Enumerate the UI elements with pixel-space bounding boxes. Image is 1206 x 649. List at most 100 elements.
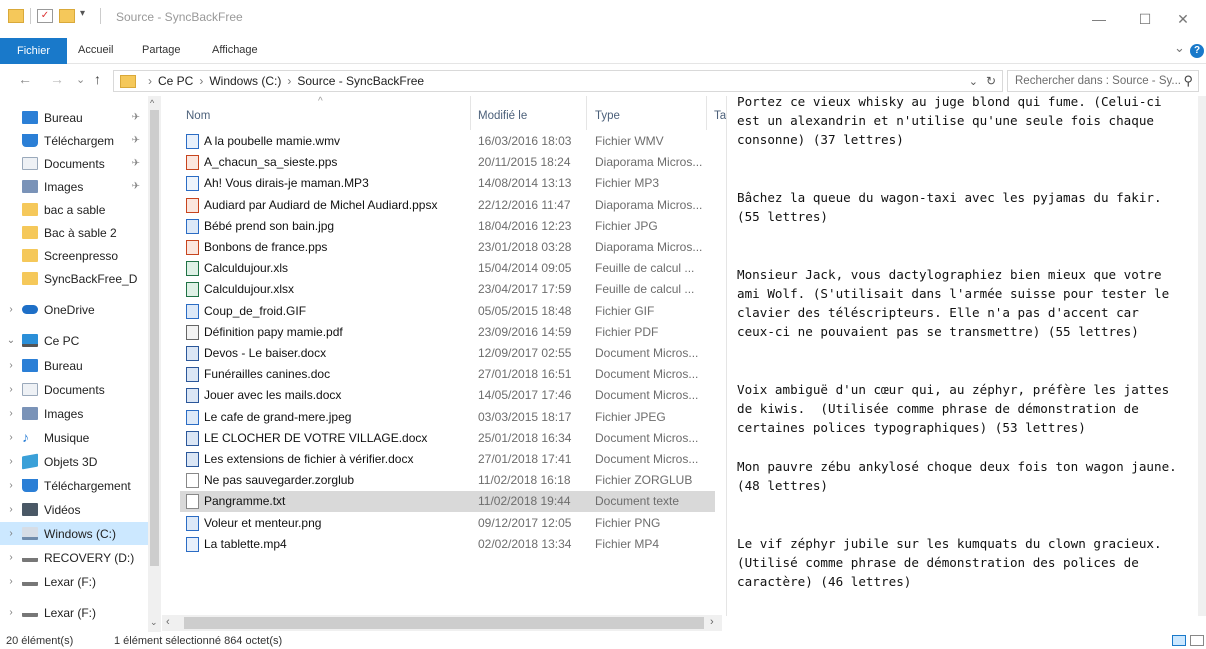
nav-item-syncbackfree[interactable]: SyncBackFree_D [0, 267, 148, 290]
tab-partage[interactable]: Partage [142, 44, 181, 56]
scroll-down-icon[interactable]: ⌄ [150, 617, 158, 628]
customize-quick-access-icon[interactable]: ▾ [80, 8, 85, 19]
chevron-right-icon[interactable]: › [0, 480, 22, 491]
nav-item-ce-pc[interactable]: ⌄ Ce PC [0, 329, 148, 352]
file-row[interactable]: Ah! Vous dirais-je maman.MP3 14/08/2014 1… [180, 173, 715, 194]
nav-item-images-pc[interactable]: › Images [0, 402, 148, 425]
chevron-right-icon[interactable]: › [0, 432, 22, 443]
file-row[interactable]: Audiard par Audiard de Michel Audiard.pp… [180, 195, 715, 216]
column-divider[interactable] [706, 96, 707, 130]
search-icon[interactable]: ⚲ [1183, 73, 1193, 89]
file-row[interactable]: Voleur et menteur.png 09/12/2017 12:05 Fic… [180, 513, 715, 534]
column-divider[interactable] [586, 96, 587, 130]
column-header-size[interactable]: Ta [714, 110, 726, 122]
nav-item-screenpresso[interactable]: Screenpresso [0, 244, 148, 267]
chevron-right-icon[interactable]: › [0, 408, 22, 419]
nav-item-videos[interactable]: › Vidéos [0, 498, 148, 521]
file-row[interactable]: Coup_de_froid.GIF 05/05/2015 18:48 Fichier… [180, 301, 715, 322]
minimize-button[interactable]: — [1076, 8, 1122, 30]
horizontal-scrollbar-thumb[interactable] [184, 617, 704, 629]
file-row[interactable]: Pangramme.txt 11/02/2018 19:44 Document te… [180, 491, 715, 513]
nav-item-windows-c[interactable]: › Windows (C:) [0, 522, 148, 545]
properties-icon[interactable]: ✓ [37, 9, 53, 23]
nav-item-bac-a-sable-2[interactable]: Bac à sable 2 [0, 221, 148, 244]
file-row[interactable]: A la poubelle mamie.wmv 16/03/2016 18:03 F… [180, 131, 715, 152]
chevron-right-icon[interactable]: › [0, 552, 22, 563]
chevron-right-icon[interactable]: › [0, 576, 22, 587]
nav-scrollbar-thumb[interactable] [150, 110, 159, 566]
pin-icon[interactable]: ✈ [132, 158, 140, 169]
nav-item-documents[interactable]: Documents ✈ [0, 152, 148, 175]
file-row[interactable]: Jouer avec les mails.docx 14/05/2017 17:4… [180, 385, 715, 406]
tab-affichage[interactable]: Affichage [212, 44, 258, 56]
file-type: Fichier JPG [595, 218, 658, 233]
nav-item-telechargement-pc[interactable]: › Téléchargement [0, 474, 148, 497]
nav-item-documents-pc[interactable]: › Documents [0, 378, 148, 401]
chevron-right-icon[interactable]: › [0, 607, 22, 618]
back-button[interactable]: ← [18, 71, 32, 87]
refresh-button[interactable]: ↻ [986, 74, 996, 88]
file-row[interactable]: Bébé prend son bain.jpg 18/04/2016 12:23 F… [180, 216, 715, 237]
tab-accueil[interactable]: Accueil [78, 44, 113, 56]
file-row[interactable]: Définition papy mamie.pdf 23/09/2016 14:5… [180, 322, 715, 343]
nav-item-recovery-d[interactable]: › RECOVERY (D:) [0, 546, 148, 569]
file-row[interactable]: La tablette.mp4 02/02/2018 13:34 Fichier M… [180, 534, 715, 555]
file-row[interactable]: Ne pas sauvegarder.zorglub 11/02/2018 16:… [180, 470, 715, 491]
help-icon[interactable]: ? [1190, 44, 1204, 58]
preview-scrollbar[interactable] [1198, 96, 1206, 616]
address-bar[interactable]: › Ce PC › Windows (C:) › Source - SyncBa… [113, 70, 1003, 92]
column-divider[interactable] [470, 96, 471, 130]
chevron-right-icon[interactable]: › [0, 360, 22, 371]
forward-button[interactable]: → [50, 71, 64, 87]
chevron-right-icon[interactable]: › [0, 456, 22, 467]
chevron-right-icon[interactable]: › [0, 384, 22, 395]
large-icons-view-icon[interactable] [1190, 635, 1204, 646]
details-view-icon[interactable] [1172, 635, 1186, 646]
close-button[interactable]: ✕ [1160, 8, 1206, 30]
nav-item-lexar-f[interactable]: › Lexar (F:) [0, 570, 148, 593]
drive-c-icon [22, 527, 38, 540]
pin-icon[interactable]: ✈ [132, 181, 140, 192]
file-row[interactable]: Devos - Le baiser.docx 12/09/2017 02:55 Do… [180, 343, 715, 364]
nav-item-musique[interactable]: › ♪ Musique [0, 426, 148, 449]
file-date: 23/09/2016 14:59 [478, 324, 572, 339]
column-header-type[interactable]: Type [595, 110, 620, 122]
recent-locations-button[interactable]: ⌄ [76, 73, 85, 86]
chevron-down-icon[interactable]: ⌄ [0, 335, 22, 346]
scroll-left-icon[interactable]: ‹ [166, 616, 170, 628]
breadcrumb-source-syncbackfree[interactable]: Source - SyncBackFree [297, 74, 424, 88]
file-row[interactable]: Les extensions de fichier à vérifier.doc… [180, 449, 715, 470]
chevron-right-icon[interactable]: › [0, 504, 22, 515]
breadcrumb-ce-pc[interactable]: Ce PC [158, 74, 193, 88]
tab-fichier[interactable]: Fichier [0, 38, 67, 64]
nav-item-images[interactable]: Images ✈ [0, 175, 148, 198]
scroll-right-icon[interactable]: › [710, 616, 714, 628]
file-row[interactable]: Bonbons de france.pps 23/01/2018 03:28 Dia… [180, 237, 715, 258]
search-input[interactable]: Rechercher dans : Source - Sy... ⚲ [1007, 70, 1199, 92]
pin-icon[interactable]: ✈ [132, 112, 140, 123]
up-button[interactable]: ↑ [94, 71, 101, 87]
nav-item-bac-a-sable[interactable]: bac a sable [0, 198, 148, 221]
chevron-down-icon[interactable]: ⌄ [1174, 40, 1185, 56]
chevron-down-icon[interactable]: ⌄ [969, 75, 978, 88]
chevron-right-icon[interactable]: › [0, 304, 22, 315]
pin-icon[interactable]: ✈ [132, 135, 140, 146]
file-row[interactable]: A_chacun_sa_sieste.pps 20/11/2015 18:24 Di… [180, 152, 715, 173]
nav-item-objets-3d[interactable]: › Objets 3D [0, 450, 148, 473]
chevron-right-icon[interactable]: › [0, 528, 22, 539]
file-row[interactable]: Funérailles canines.doc 27/01/2018 16:51 D… [180, 364, 715, 385]
breadcrumb-windows-c[interactable]: Windows (C:) [209, 74, 281, 88]
file-row[interactable]: Le cafe de grand-mere.jpeg 03/03/2015 18:… [180, 407, 715, 428]
column-header-modified[interactable]: Modifié le [478, 110, 527, 122]
nav-item-bureau-pc[interactable]: › Bureau [0, 354, 148, 377]
nav-item-lexar-f-network[interactable]: › Lexar (F:) [0, 601, 148, 624]
nav-item-onedrive[interactable]: › OneDrive [0, 298, 148, 321]
file-row[interactable]: LE CLOCHER DE VOTRE VILLAGE.docx 25/01/20… [180, 428, 715, 449]
new-folder-icon[interactable] [59, 9, 75, 23]
column-header-name[interactable]: Nom [186, 110, 210, 122]
file-row[interactable]: Calculdujour.xlsx 23/04/2017 17:59 Feuille… [180, 279, 715, 300]
nav-item-bureau[interactable]: Bureau ✈ [0, 106, 148, 129]
scroll-up-icon[interactable]: ^ [150, 98, 154, 108]
nav-item-telechargements[interactable]: Téléchargem ✈ [0, 129, 148, 152]
file-row[interactable]: Calculdujour.xls 15/04/2014 09:05 Feuille … [180, 258, 715, 279]
